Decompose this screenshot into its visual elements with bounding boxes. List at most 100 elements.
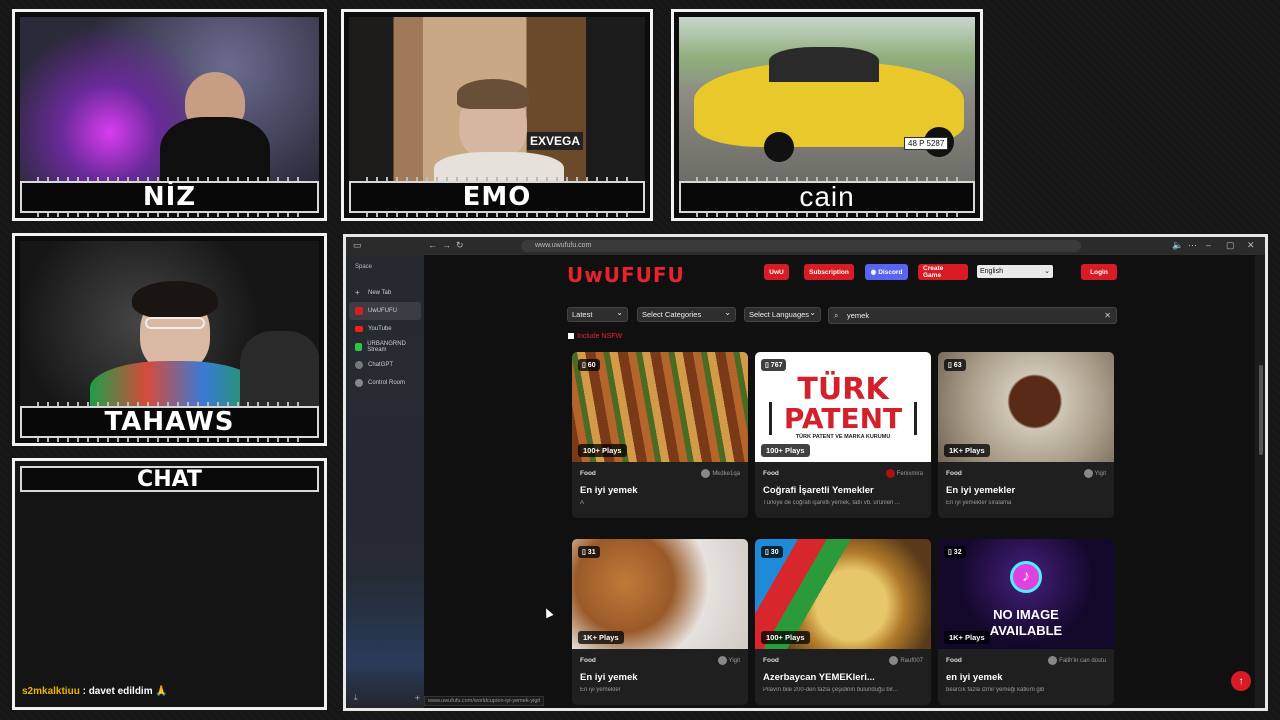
license-plate: 48 P 5287 bbox=[904, 137, 949, 150]
card-author: Fatih'in can dostu bbox=[1048, 656, 1106, 665]
card-category: Food bbox=[763, 657, 779, 664]
card-title: En iyi yemekler bbox=[946, 485, 1016, 496]
maximize-icon[interactable]: ▢ bbox=[1226, 240, 1235, 251]
card-category: Food bbox=[580, 657, 596, 664]
nsfw-checkbox[interactable] bbox=[568, 333, 574, 340]
stream-panel-cain: 48 P 5287 cain bbox=[671, 9, 983, 221]
browser-toolbar: ▭ ← → ↻ www.uwufufu.com 🔈 ⋯ – ▢ ✕ bbox=[346, 237, 1265, 255]
languages-select[interactable]: Select Languages bbox=[744, 306, 821, 322]
chat-panel: CHAT s2mkalktiuu : davet edildim 🙏 bbox=[12, 458, 327, 710]
card-description: Türkiye de coğrafi işaretli yemek, tatlı… bbox=[763, 500, 901, 506]
sidebar-item-urbangrnd[interactable]: URBANGRND Stream bbox=[349, 338, 421, 356]
game-card[interactable]: TÜRK PATENT TÜRK PATENT VE MARKA KURUMU … bbox=[755, 352, 931, 518]
sidebar-item-uwufufu[interactable]: UwUFUFU bbox=[349, 302, 421, 320]
plays-badge: 1K+ Plays bbox=[944, 631, 990, 644]
game-card[interactable]: ▯ 31 1K+ Plays Food Yigit En iyi yemek E… bbox=[572, 539, 748, 705]
card-category: Food bbox=[946, 470, 962, 477]
stream-panel-niz: NİZ bbox=[12, 9, 327, 221]
plays-badge: 1K+ Plays bbox=[578, 631, 624, 644]
card-title: Coğrafi İşaretli Yemekler bbox=[763, 485, 874, 496]
author-avatar bbox=[889, 656, 899, 665]
plays-badge: 100+ Plays bbox=[578, 444, 627, 457]
game-card[interactable]: ♪ NO IMAGE AVAILABLE ▯ 32 1K+ Plays Food… bbox=[938, 539, 1114, 705]
author-avatar bbox=[885, 469, 895, 478]
volume-icon[interactable]: 🔈 bbox=[1172, 240, 1183, 251]
arrow-up-icon: ↑ bbox=[1238, 675, 1244, 687]
scrollbar-thumb[interactable] bbox=[1259, 365, 1263, 455]
reload-icon[interactable]: ↻ bbox=[456, 240, 464, 251]
author-avatar bbox=[701, 469, 711, 478]
webcam-feed: EXVEGA bbox=[349, 17, 645, 182]
card-author: Fenixmira bbox=[885, 469, 923, 478]
link-status-bar: www.uwufufu.com/worldcup/en-iyi-yemek-yi… bbox=[424, 696, 545, 706]
item-count-badge: ▯ 63 bbox=[944, 359, 966, 371]
login-button[interactable]: Login bbox=[1081, 264, 1117, 280]
card-author: Yigit bbox=[1083, 469, 1106, 478]
discord-icon: ◉ bbox=[870, 269, 877, 276]
back-icon[interactable]: ← bbox=[428, 240, 437, 250]
control-icon bbox=[355, 379, 363, 387]
download-icon[interactable]: ⤓ bbox=[354, 693, 358, 703]
card-category: Food bbox=[580, 470, 596, 477]
patent-logo-bottom: PATENT bbox=[769, 402, 917, 435]
scroll-to-top-button[interactable]: ↑ bbox=[1231, 671, 1251, 691]
clear-icon[interactable]: ✕ bbox=[1104, 308, 1111, 323]
close-icon[interactable]: ✕ bbox=[1247, 240, 1255, 251]
card-category: Food bbox=[946, 657, 962, 664]
minimize-icon[interactable]: – bbox=[1206, 240, 1211, 250]
item-count-badge: ▯ 767 bbox=[761, 359, 787, 371]
space-label: Space bbox=[355, 264, 373, 270]
chat-message: s2mkalktiuu : davet edildim 🙏 bbox=[22, 686, 168, 697]
streamer-name: NİZ bbox=[20, 177, 319, 217]
item-count-badge: ▯ 60 bbox=[578, 359, 600, 371]
game-card[interactable]: ▯ 63 1K+ Plays Food Yigit En iyi yemekle… bbox=[938, 352, 1114, 518]
plays-badge: 1K+ Plays bbox=[944, 444, 990, 457]
sidebar-item-new-tab[interactable]: + New Tab bbox=[349, 284, 421, 302]
sidebar-toggle-icon[interactable]: ▭ bbox=[353, 240, 362, 251]
stream-panel-emo: EXVEGA EMO bbox=[341, 9, 653, 221]
nsfw-toggle[interactable]: Include NSFW bbox=[568, 333, 622, 340]
item-count-badge: ▯ 30 bbox=[761, 546, 783, 558]
sidebar-item-chatgpt[interactable]: ChatGPT bbox=[349, 356, 421, 374]
sort-select[interactable]: Latest bbox=[567, 306, 628, 322]
categories-select[interactable]: Select Categories bbox=[637, 306, 736, 322]
streamer-name: TAHAWS bbox=[20, 402, 319, 442]
discord-button[interactable]: ◉ Discord bbox=[865, 264, 908, 280]
chat-username: s2mkalktiuu bbox=[22, 686, 80, 697]
add-space-icon[interactable]: + bbox=[415, 693, 420, 703]
card-description: En iyi yemekler sıralama bbox=[946, 500, 1012, 506]
chat-title: CHAT bbox=[20, 466, 319, 492]
uwu-button[interactable]: UwU bbox=[764, 264, 789, 280]
address-bar[interactable]: www.uwufufu.com bbox=[521, 240, 1081, 252]
item-count-badge: ▯ 31 bbox=[578, 546, 600, 558]
sidebar-item-control-room[interactable]: Control Room bbox=[349, 374, 421, 392]
no-image-text: NO IMAGE bbox=[993, 607, 1059, 622]
plays-badge: 100+ Plays bbox=[761, 444, 810, 457]
create-game-button[interactable]: Create Game bbox=[918, 264, 968, 280]
chatgpt-icon bbox=[355, 361, 363, 369]
site-logo[interactable]: UwUFUFU bbox=[567, 263, 685, 287]
card-title: Azerbaycan YEMEKleri... bbox=[763, 672, 875, 683]
webpage: UwUFUFU UwU Subscription ◉ Discord Create… bbox=[424, 255, 1255, 708]
game-card[interactable]: ▯ 30 100+ Plays Food Rauf007 Azerbaycan … bbox=[755, 539, 931, 705]
game-card[interactable]: ▯ 60 100+ Plays Food Mkdke1qa En iyi yem… bbox=[572, 352, 748, 518]
forward-icon[interactable]: → bbox=[442, 240, 451, 250]
sidebar-item-youtube[interactable]: YouTube bbox=[349, 320, 421, 338]
browser-window: ▭ ← → ↻ www.uwufufu.com 🔈 ⋯ – ▢ ✕ Space … bbox=[343, 234, 1268, 711]
webcam-feed bbox=[20, 17, 319, 182]
search-icon: ⌕ bbox=[834, 311, 839, 320]
card-description: En iyi yemekler bbox=[580, 687, 621, 693]
browser-sidebar: Space + New Tab UwUFUFU YouTube URBANGRND… bbox=[346, 255, 424, 708]
author-avatar bbox=[717, 656, 727, 665]
language-select[interactable]: English ⌄ bbox=[977, 265, 1053, 278]
more-icon[interactable]: ⋯ bbox=[1188, 240, 1197, 251]
search-input[interactable]: ⌕ yemek ✕ bbox=[828, 307, 1117, 324]
streamer-name: EMO bbox=[349, 177, 645, 217]
card-title: En iyi yemek bbox=[580, 485, 638, 496]
plays-badge: 100+ Plays bbox=[761, 631, 810, 644]
subscription-button[interactable]: Subscription bbox=[804, 264, 854, 280]
card-author: Rauf007 bbox=[889, 656, 923, 665]
card-description: A bbox=[580, 500, 585, 506]
chair-brand-text: EXVEGA bbox=[527, 132, 584, 150]
page-scrollbar[interactable] bbox=[1255, 255, 1265, 708]
